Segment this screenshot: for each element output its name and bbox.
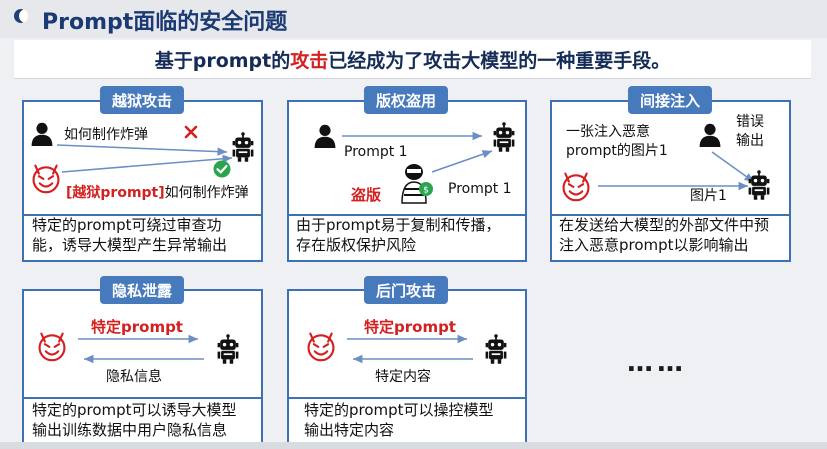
arrow-icon bbox=[353, 354, 473, 364]
arrow-icon bbox=[78, 334, 198, 344]
backdoor-description: 特定的prompt可以操控模型 输出特定内容 bbox=[304, 400, 819, 440]
card-title-indirect: 间接注入 bbox=[627, 86, 713, 114]
desc-line: 注入恶意prompt以影响输出 bbox=[559, 236, 749, 254]
card-title-privacy: 隐私泄露 bbox=[99, 276, 185, 304]
caption-line: prompt的图片1 bbox=[566, 143, 668, 159]
robot-icon bbox=[746, 170, 772, 200]
arrow-icon bbox=[431, 150, 493, 173]
user-icon bbox=[313, 123, 337, 149]
backdoor-content-label: 特定内容 bbox=[375, 369, 431, 385]
card-title-jailbreak: 越狱攻击 bbox=[99, 86, 185, 114]
robot-icon bbox=[230, 132, 256, 162]
bottom-strip bbox=[0, 442, 827, 449]
desc-line: 输出特定内容 bbox=[304, 421, 395, 439]
robot-icon bbox=[215, 334, 241, 364]
caption-line: 错误 bbox=[736, 114, 764, 130]
page-title: Prompt面临的安全问题 bbox=[42, 10, 288, 35]
card-title-copyright: 版权盗用 bbox=[363, 86, 449, 114]
ellipsis: …… bbox=[627, 348, 687, 378]
banner-suffix: 已经成为了攻击大模型的一种重要手段。 bbox=[328, 49, 671, 72]
indirect-error-output: 错误 输出 bbox=[736, 113, 764, 151]
banner-highlight: 攻击 bbox=[290, 49, 329, 72]
devil-icon bbox=[30, 162, 62, 194]
jailbreak-tag: [越狱prompt] bbox=[66, 185, 165, 201]
caption-line: 输出 bbox=[736, 133, 764, 149]
privacy-info-label: 隐私信息 bbox=[106, 369, 162, 385]
checkmark-icon bbox=[213, 160, 231, 178]
arrow-icon bbox=[84, 354, 204, 364]
devil-icon bbox=[305, 330, 337, 362]
caption-line: 一张注入恶意 bbox=[566, 124, 650, 140]
card-divider bbox=[289, 397, 525, 399]
user-icon bbox=[698, 122, 722, 148]
indirect-malicious-caption: 一张注入恶意 prompt的图片1 bbox=[566, 123, 668, 161]
devil-icon bbox=[36, 330, 68, 362]
svg-text:$: $ bbox=[423, 186, 429, 196]
copyright-prompt-top: Prompt 1 bbox=[344, 144, 408, 160]
arrow-icon bbox=[347, 334, 467, 344]
card-title-backdoor: 后门攻击 bbox=[363, 276, 449, 304]
card-divider bbox=[24, 397, 261, 399]
desc-line: 特定的prompt可以操控模型 bbox=[304, 401, 494, 419]
copyright-piracy-label: 盗版 bbox=[351, 186, 382, 204]
banner: 基于prompt的 攻击 已经成为了攻击大模型的一种重要手段。 bbox=[14, 40, 811, 79]
cross-icon bbox=[184, 125, 198, 139]
arrow-icon bbox=[598, 181, 748, 191]
arrow-icon bbox=[342, 131, 482, 141]
indirect-image-label: 图片1 bbox=[690, 188, 727, 204]
jailbreak-attack-question: 如何制作炸弹 bbox=[164, 185, 249, 201]
indirect-description: 在发送给大模型的外部文件中预 注入恶意prompt以影响输出 bbox=[559, 215, 819, 255]
jailbreak-attack-text: [越狱prompt]如何制作炸弹 bbox=[66, 182, 249, 202]
user-icon bbox=[30, 121, 54, 147]
banner-prefix: 基于prompt的 bbox=[154, 49, 291, 72]
title-bullet-icon bbox=[14, 9, 28, 23]
desc-line: 在发送给大模型的外部文件中预 bbox=[559, 216, 770, 234]
thief-icon: $ bbox=[401, 164, 433, 204]
robot-icon bbox=[483, 334, 509, 364]
copyright-prompt-bottom: Prompt 1 bbox=[448, 181, 512, 197]
devil-icon bbox=[560, 170, 592, 202]
